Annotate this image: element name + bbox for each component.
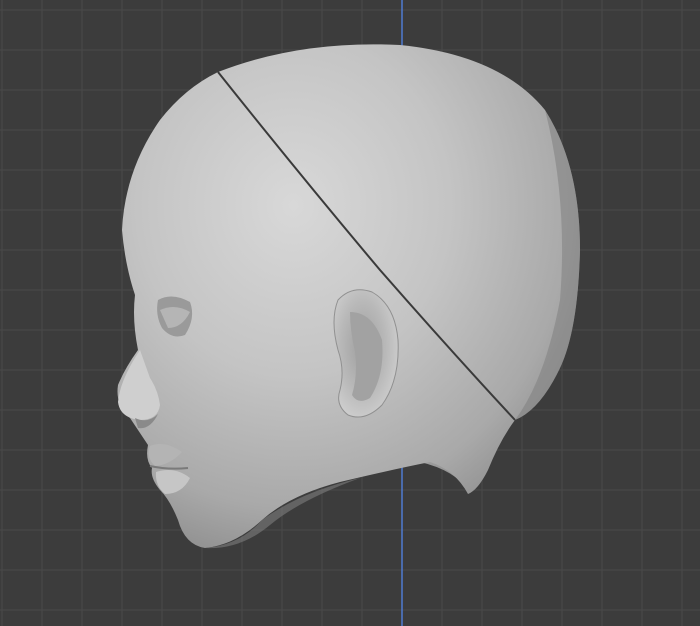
head-mesh[interactable] (117, 44, 581, 549)
3d-viewport[interactable] (0, 0, 700, 626)
viewport-canvas[interactable] (0, 0, 700, 626)
